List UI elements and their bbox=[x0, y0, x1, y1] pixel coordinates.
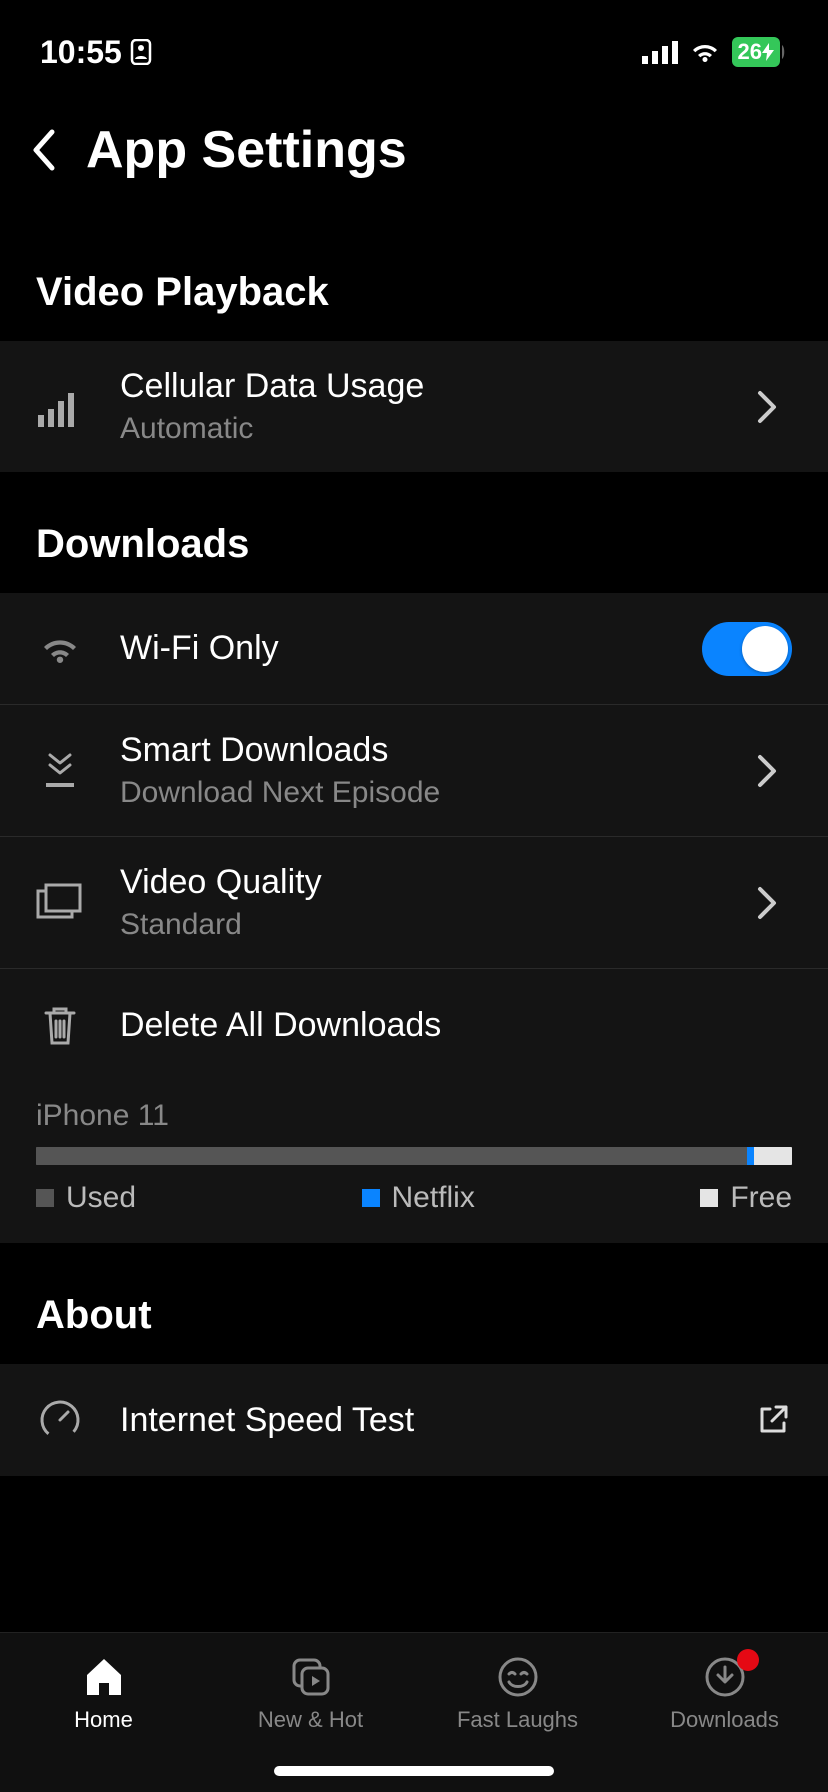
delete-all-title: Delete All Downloads bbox=[120, 1006, 792, 1045]
home-icon bbox=[83, 1655, 125, 1699]
smart-downloads-icon bbox=[36, 749, 84, 793]
speed-test-title: Internet Speed Test bbox=[120, 1401, 720, 1440]
chevron-right-icon bbox=[756, 389, 792, 425]
legend-used: Used bbox=[36, 1181, 136, 1215]
wifi-only-title: Wi-Fi Only bbox=[120, 629, 666, 668]
storage-bar-netflix bbox=[747, 1147, 755, 1165]
wifi-only-toggle[interactable] bbox=[702, 622, 792, 676]
smart-downloads-sub: Download Next Episode bbox=[120, 776, 720, 810]
cellular-bars-icon bbox=[36, 387, 84, 427]
storage-block: iPhone 11 Used Netflix Free bbox=[0, 1081, 828, 1243]
storage-legend: Used Netflix Free bbox=[36, 1181, 792, 1215]
video-quality-title: Video Quality bbox=[120, 863, 720, 902]
cellular-data-usage-row[interactable]: Cellular Data Usage Automatic bbox=[0, 341, 828, 472]
cellular-signal-icon bbox=[642, 40, 678, 64]
legend-free: Free bbox=[700, 1181, 792, 1215]
battery-indicator: 26 bbox=[732, 37, 788, 67]
tab-fast-laughs[interactable]: Fast Laughs bbox=[438, 1655, 598, 1733]
wifi-only-row: Wi-Fi Only bbox=[0, 593, 828, 705]
status-time: 10:55 bbox=[40, 34, 152, 71]
page-title: App Settings bbox=[86, 120, 407, 180]
back-button[interactable] bbox=[30, 128, 58, 172]
storage-bar-used bbox=[36, 1147, 747, 1165]
legend-netflix: Netflix bbox=[362, 1181, 475, 1215]
video-quality-row[interactable]: Video Quality Standard bbox=[0, 837, 828, 969]
section-video-playback: Video Playback bbox=[0, 220, 828, 341]
new-hot-icon bbox=[290, 1655, 332, 1699]
tab-new-hot-label: New & Hot bbox=[258, 1707, 363, 1733]
tab-downloads[interactable]: Downloads bbox=[645, 1655, 805, 1733]
section-downloads: Downloads bbox=[0, 472, 828, 593]
tab-home-label: Home bbox=[74, 1707, 133, 1733]
external-link-icon bbox=[756, 1403, 792, 1437]
header: App Settings bbox=[0, 90, 828, 220]
chevron-left-icon bbox=[30, 128, 58, 172]
tab-new-hot[interactable]: New & Hot bbox=[231, 1655, 391, 1733]
tab-home[interactable]: Home bbox=[24, 1655, 184, 1733]
wifi-icon bbox=[36, 631, 84, 667]
fast-laughs-icon bbox=[497, 1655, 539, 1699]
chevron-right-icon bbox=[756, 885, 792, 921]
trash-icon bbox=[36, 1003, 84, 1047]
tab-fast-laughs-label: Fast Laughs bbox=[457, 1707, 578, 1733]
cellular-sub: Automatic bbox=[120, 412, 720, 446]
chevron-right-icon bbox=[756, 753, 792, 789]
status-right: 26 bbox=[642, 37, 788, 67]
storage-device: iPhone 11 bbox=[36, 1099, 792, 1133]
wifi-icon bbox=[688, 40, 722, 64]
smart-downloads-row[interactable]: Smart Downloads Download Next Episode bbox=[0, 705, 828, 837]
downloads-badge bbox=[737, 1649, 759, 1671]
delete-all-downloads-row[interactable]: Delete All Downloads bbox=[0, 969, 828, 1081]
status-bar: 10:55 26 bbox=[0, 0, 828, 90]
internet-speed-test-row[interactable]: Internet Speed Test bbox=[0, 1364, 828, 1476]
profile-indicator-icon bbox=[130, 39, 152, 65]
speedometer-icon bbox=[36, 1398, 84, 1442]
storage-bar bbox=[36, 1147, 792, 1165]
battery-percent: 26 bbox=[738, 39, 762, 65]
video-quality-sub: Standard bbox=[120, 908, 720, 942]
tab-downloads-label: Downloads bbox=[670, 1707, 779, 1733]
section-about: About bbox=[0, 1243, 828, 1364]
cellular-title: Cellular Data Usage bbox=[120, 367, 720, 406]
tab-bar: Home New & Hot Fast Laughs Downloads bbox=[0, 1632, 828, 1792]
smart-downloads-title: Smart Downloads bbox=[120, 731, 720, 770]
home-indicator[interactable] bbox=[274, 1766, 554, 1776]
video-quality-icon bbox=[36, 883, 84, 923]
storage-bar-free bbox=[754, 1147, 792, 1165]
status-time-text: 10:55 bbox=[40, 34, 122, 71]
